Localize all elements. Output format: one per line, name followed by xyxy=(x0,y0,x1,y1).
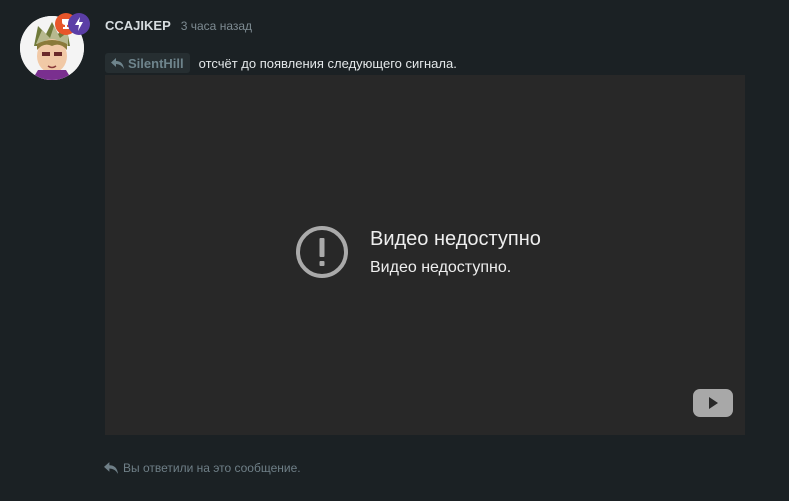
video-error: Видео недоступно Видео недоступно. xyxy=(295,225,541,279)
comment-body: SilentHill отсчёт до появления следующег… xyxy=(105,53,457,73)
exclamation-circle-icon xyxy=(296,226,348,278)
video-error-title: Видео недоступно xyxy=(370,227,541,250)
video-embed[interactable]: Видео недоступно Видео недоступно. xyxy=(105,75,745,435)
comment: CCAJIKEP 3 часа назад SilentHill отсчёт … xyxy=(0,0,789,501)
reply-mention[interactable]: SilentHill xyxy=(105,53,190,73)
comment-header: CCAJIKEP 3 часа назад xyxy=(105,18,252,34)
comment-text: отсчёт до появления следующего сигнала. xyxy=(198,55,457,71)
reply-mention-name: SilentHill xyxy=(128,55,184,71)
replied-notice: Вы ответили на это сообщение. xyxy=(104,461,301,475)
lightning-icon xyxy=(68,13,90,35)
timestamp: 3 часа назад xyxy=(180,19,253,33)
replied-notice-text: Вы ответили на это сообщение. xyxy=(123,461,301,475)
reply-icon xyxy=(104,462,118,474)
video-error-subtitle: Видео недоступно. xyxy=(370,258,512,276)
author-name[interactable]: CCAJIKEP xyxy=(105,18,171,33)
reply-icon xyxy=(111,57,124,69)
youtube-play-icon[interactable] xyxy=(693,389,733,417)
